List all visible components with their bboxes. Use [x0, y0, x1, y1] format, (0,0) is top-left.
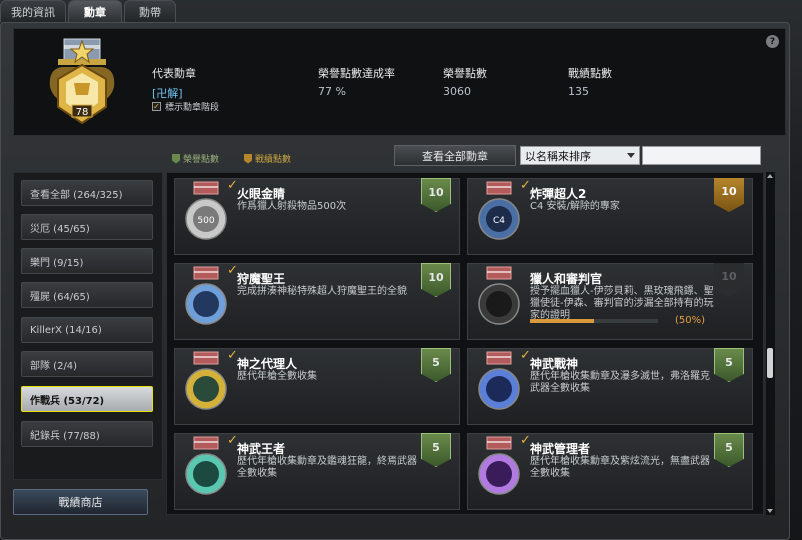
sort-value: 以名稱來排序 — [525, 149, 591, 163]
sort-dropdown[interactable]: 以名稱來排序 — [520, 146, 640, 165]
merit-points-value: 135 — [568, 85, 589, 98]
rep-medal-value: [卍解] — [152, 87, 183, 100]
show-rank-label: 標示勳章階段 — [165, 103, 220, 113]
legend-merit: 戰績點數 — [244, 152, 291, 165]
search-input[interactable] — [642, 146, 761, 165]
medal-name: 炸彈超人2 — [530, 187, 587, 201]
scroll-up-icon[interactable] — [767, 174, 773, 178]
merit-shop-button[interactable]: 戰績商店 — [13, 489, 148, 515]
representative-medal-icon: 78 — [49, 38, 115, 125]
green-shield-icon — [172, 153, 180, 164]
points-badge: 10 — [714, 263, 744, 297]
category-combat[interactable]: 作戰兵 (53/72) — [21, 386, 153, 412]
progress-bar — [530, 319, 658, 323]
progress-fill — [530, 319, 594, 323]
medal-icon-text: 500 — [197, 216, 214, 226]
honor-rate-label: 榮譽點數達成率 — [318, 67, 395, 80]
category-disaster[interactable]: 災厄 (45/65) — [21, 214, 153, 240]
tab-bar: 我的資訊 勳章 勳帶 — [0, 0, 176, 22]
medal-icon — [478, 351, 520, 410]
category-all[interactable]: 查看全部 (264/325) — [21, 180, 153, 206]
category-zombie[interactable]: 殭屍 (64/65) — [21, 282, 153, 308]
medal-description: 歷代年槍收集勳章及瀑多滅世，弗洛羅克武器全數收集 — [530, 371, 710, 394]
medal-name: 神武管理者 — [530, 442, 591, 456]
merit-points-info: 戰績點數 135 — [568, 65, 612, 98]
medal-icon-text: C4 — [493, 216, 505, 226]
rep-medal-info: 代表勳章 [卍解] — [152, 65, 196, 101]
medal-card[interactable]: ✓ 狩魔聖王 完成拼湊神秘特殊超人狩魔聖王的全貌 10 — [174, 263, 460, 340]
points-badge: 10 — [714, 178, 744, 212]
legend-honor-label: 榮譽點數 — [183, 155, 220, 165]
points-badge: 10 — [421, 263, 451, 297]
scroll-thumb[interactable] — [767, 348, 773, 378]
category-list: 查看全部 (264/325) 災厄 (45/65) 樂門 (9/15) 殭屍 (… — [13, 172, 163, 480]
help-icon[interactable]: ? — [766, 35, 779, 48]
medal-card[interactable]: 500 ✓ 火眼金睛 作爲獵人射殺物品500次 10 — [174, 178, 460, 255]
medal-name: 神武王者 — [237, 442, 286, 456]
category-record[interactable]: 紀錄兵 (77/88) — [21, 421, 153, 447]
summary-header: ? 78 代表勳章 [卍解] ✓ 標示勳章階段 榮譽點數達成率 77 % 榮譽點… — [13, 28, 786, 136]
category-killerx[interactable]: KillerX (14/16) — [21, 317, 153, 343]
tab-ribbons[interactable]: 勳帶 — [124, 0, 176, 22]
medal-name: 火眼金睛 — [237, 187, 286, 201]
medal-scrollbar[interactable] — [766, 172, 775, 515]
honor-points-value: 3060 — [443, 85, 471, 98]
medal-name: 獵人和審判官 — [530, 272, 603, 286]
tab-medals[interactable]: 勳章 — [68, 0, 122, 22]
medal-card[interactable]: ✓ 神武管理者 歷代年槍收集勳章及紫炫流光，無盡武器全數收集 5 — [467, 433, 753, 510]
medal-description: 歷代年槍收集勳章及紫炫流光，無盡武器全數收集 — [530, 456, 710, 479]
medal-card[interactable]: C4 ✓ 炸彈超人2 C4 安裝/解除的專家 10 — [467, 178, 753, 255]
points-badge: 10 — [421, 178, 451, 212]
points-badge: 5 — [714, 433, 744, 467]
medal-icon — [185, 351, 227, 410]
points-badge: 5 — [421, 348, 451, 382]
medal-icon — [185, 266, 227, 325]
chevron-down-icon[interactable] — [627, 153, 635, 158]
rep-medal-label: 代表勳章 — [152, 67, 196, 80]
honor-points-info: 榮譽點數 3060 — [443, 65, 487, 98]
medal-icon — [478, 266, 520, 325]
medal-description: 完成拼湊神秘特殊超人狩魔聖王的全貌 — [237, 286, 407, 297]
medal-icon: C4 — [478, 181, 520, 240]
medal-name: 狩魔聖王 — [237, 272, 286, 286]
category-unit[interactable]: 部隊 (2/4) — [21, 351, 153, 377]
legend-honor: 榮譽點數 — [172, 152, 219, 165]
medal-icon: 500 — [185, 181, 227, 240]
legend-merit-label: 戰績點數 — [255, 155, 292, 165]
category-paradise[interactable]: 樂門 (9/15) — [21, 248, 153, 274]
medal-name: 神之代理人 — [237, 357, 298, 371]
medal-card[interactable]: ✓ 神之代理人 歷代年槍全數收集 5 — [174, 348, 460, 425]
medal-description: 作爲獵人射殺物品500次 — [237, 201, 347, 212]
honor-rate-info: 榮譽點數達成率 77 % — [318, 65, 395, 98]
merit-points-label: 戰績點數 — [568, 67, 612, 80]
view-all-medals-button[interactable]: 查看全部勳章 — [394, 145, 516, 166]
medal-icon — [185, 436, 227, 495]
points-badge: 5 — [421, 433, 451, 467]
medal-description: 歷代年槍收集勳章及鑑魂狂龍，終焉武器全數收集 — [237, 456, 417, 479]
gold-shield-icon — [244, 153, 252, 164]
checkbox-check-icon[interactable]: ✓ — [152, 102, 161, 111]
medal-description: 歷代年槍全數收集 — [237, 371, 317, 382]
medal-description: C4 安裝/解除的專家 — [530, 201, 620, 212]
tab-my-info[interactable]: 我的資訊 — [0, 0, 66, 22]
points-badge: 5 — [714, 348, 744, 382]
medal-card[interactable]: 獵人和審判官 授予擺血獵人-伊莎貝莉、黑玫瑰飛鏢、聖獵使徒-伊森、審判官的涉漏全部… — [467, 263, 753, 340]
rep-level-text: 78 — [76, 107, 89, 118]
honor-points-label: 榮譽點數 — [443, 67, 487, 80]
honor-rate-value: 77 % — [318, 85, 346, 98]
medal-card[interactable]: ✓ 神武戰神 歷代年槍收集勳章及瀑多滅世，弗洛羅克武器全數收集 5 — [467, 348, 753, 425]
medal-name: 神武戰神 — [530, 357, 579, 371]
medal-icon — [478, 436, 520, 495]
progress-text: (50%) — [675, 315, 706, 326]
scroll-down-icon[interactable] — [767, 509, 773, 513]
medal-card[interactable]: ✓ 神武王者 歷代年槍收集勳章及鑑魂狂龍，終焉武器全數收集 5 — [174, 433, 460, 510]
show-rank-checkbox[interactable]: ✓ 標示勳章階段 — [152, 100, 219, 113]
